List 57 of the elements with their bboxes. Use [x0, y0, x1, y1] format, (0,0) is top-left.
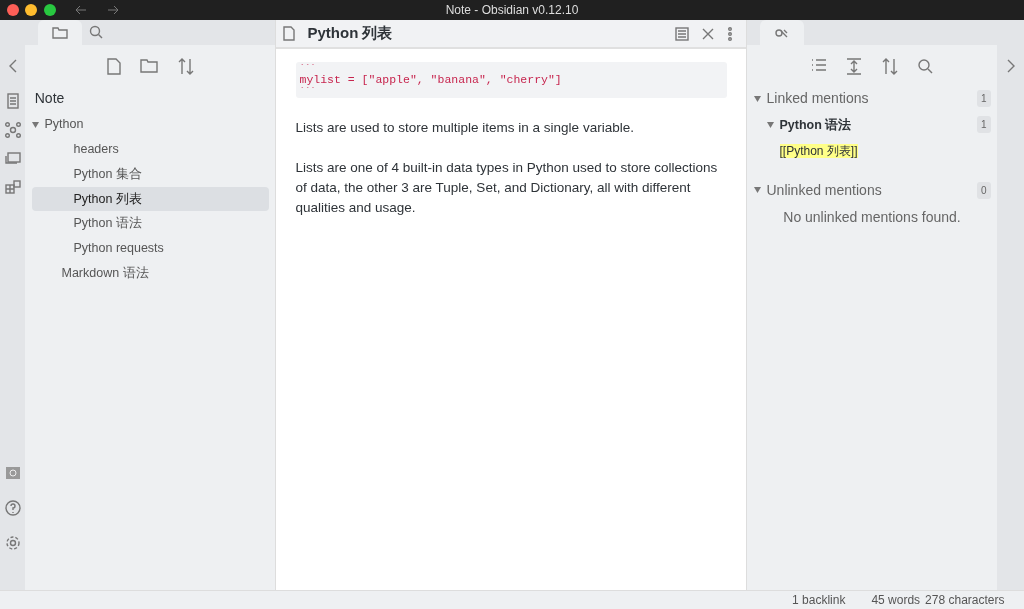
back-arrow-icon[interactable]	[75, 5, 87, 15]
close-icon[interactable]	[702, 27, 714, 40]
new-note-icon[interactable]	[106, 58, 121, 75]
search-icon[interactable]	[88, 24, 103, 39]
blocks-icon[interactable]	[4, 177, 21, 194]
status-item: 278 characters	[925, 592, 1005, 609]
count-badge: 1	[976, 116, 991, 134]
expand-icon[interactable]	[846, 58, 863, 75]
count-badge: 1	[976, 90, 991, 107]
new-folder-icon[interactable]	[140, 58, 158, 73]
file-item[interactable]: Python 语法	[31, 211, 269, 236]
zoom-window-button[interactable]	[43, 4, 56, 16]
file-item[interactable]: Python 集合	[31, 161, 269, 187]
note-title: Python 列表	[307, 23, 393, 44]
file-item[interactable]: Markdown 语法	[31, 260, 269, 286]
collapse-triangle-icon[interactable]	[753, 187, 761, 194]
section-title: Linked mentions	[766, 89, 870, 108]
code-block: ``` mylist = ["apple", "banana", "cherry"] ```	[295, 62, 727, 99]
folder-item[interactable]: Python	[31, 112, 269, 137]
link-match[interactable]: [[Python 列表]]	[779, 143, 858, 158]
link-icon[interactable]	[774, 26, 790, 39]
forward-arrow-icon[interactable]	[106, 5, 119, 15]
reading-view-icon[interactable]	[675, 26, 689, 41]
cards-icon[interactable]	[4, 150, 21, 165]
sort-icon[interactable]	[881, 58, 898, 75]
section-title: Unlinked mentions	[766, 180, 883, 200]
status-item: 1 backlink	[792, 592, 846, 609]
collapse-triangle-icon[interactable]	[766, 121, 774, 128]
close-window-button[interactable]	[6, 4, 19, 16]
file-item[interactable]: Python requests	[31, 236, 269, 261]
expand-chevron-icon[interactable]	[1005, 59, 1016, 73]
status-item: 45 words	[871, 592, 921, 609]
vault-icon[interactable]	[4, 466, 21, 480]
empty-message: No unlinked mentions found.	[782, 208, 962, 228]
file-item[interactable]: Python 列表	[31, 186, 269, 212]
graph-icon[interactable]	[4, 121, 21, 138]
minimize-window-button[interactable]	[25, 4, 37, 16]
count-badge: 0	[976, 181, 991, 199]
search-icon[interactable]	[917, 58, 934, 74]
file-icon	[282, 26, 295, 41]
more-options-icon[interactable]	[727, 26, 733, 41]
help-icon[interactable]	[4, 499, 21, 516]
sort-icon[interactable]	[177, 58, 194, 75]
folder-icon[interactable]	[52, 26, 68, 39]
settings-icon[interactable]	[4, 535, 21, 551]
paragraph: Lists are one of 4 built-in data types in Python used to store collections of data, the other 3 are Tuple, Set, and Dictionary, all with different qualities and usage.	[295, 158, 719, 217]
collapse-chevron-icon[interactable]	[7, 59, 18, 73]
collapse-triangle-icon[interactable]	[753, 95, 761, 102]
window-title: Note - Obsidian v0.12.10	[445, 2, 579, 19]
vault-name: Note	[33, 89, 66, 108]
collapse-triangle-icon[interactable]	[31, 121, 39, 128]
backlinks-tab[interactable]	[760, 20, 804, 45]
list-icon[interactable]	[810, 58, 827, 72]
document-icon[interactable]	[5, 92, 20, 109]
group-title[interactable]: Python 语法	[779, 115, 977, 135]
paragraph: Lists are used to store multiple items in a single variable.	[295, 118, 635, 137]
file-item[interactable]: headers	[31, 137, 269, 162]
